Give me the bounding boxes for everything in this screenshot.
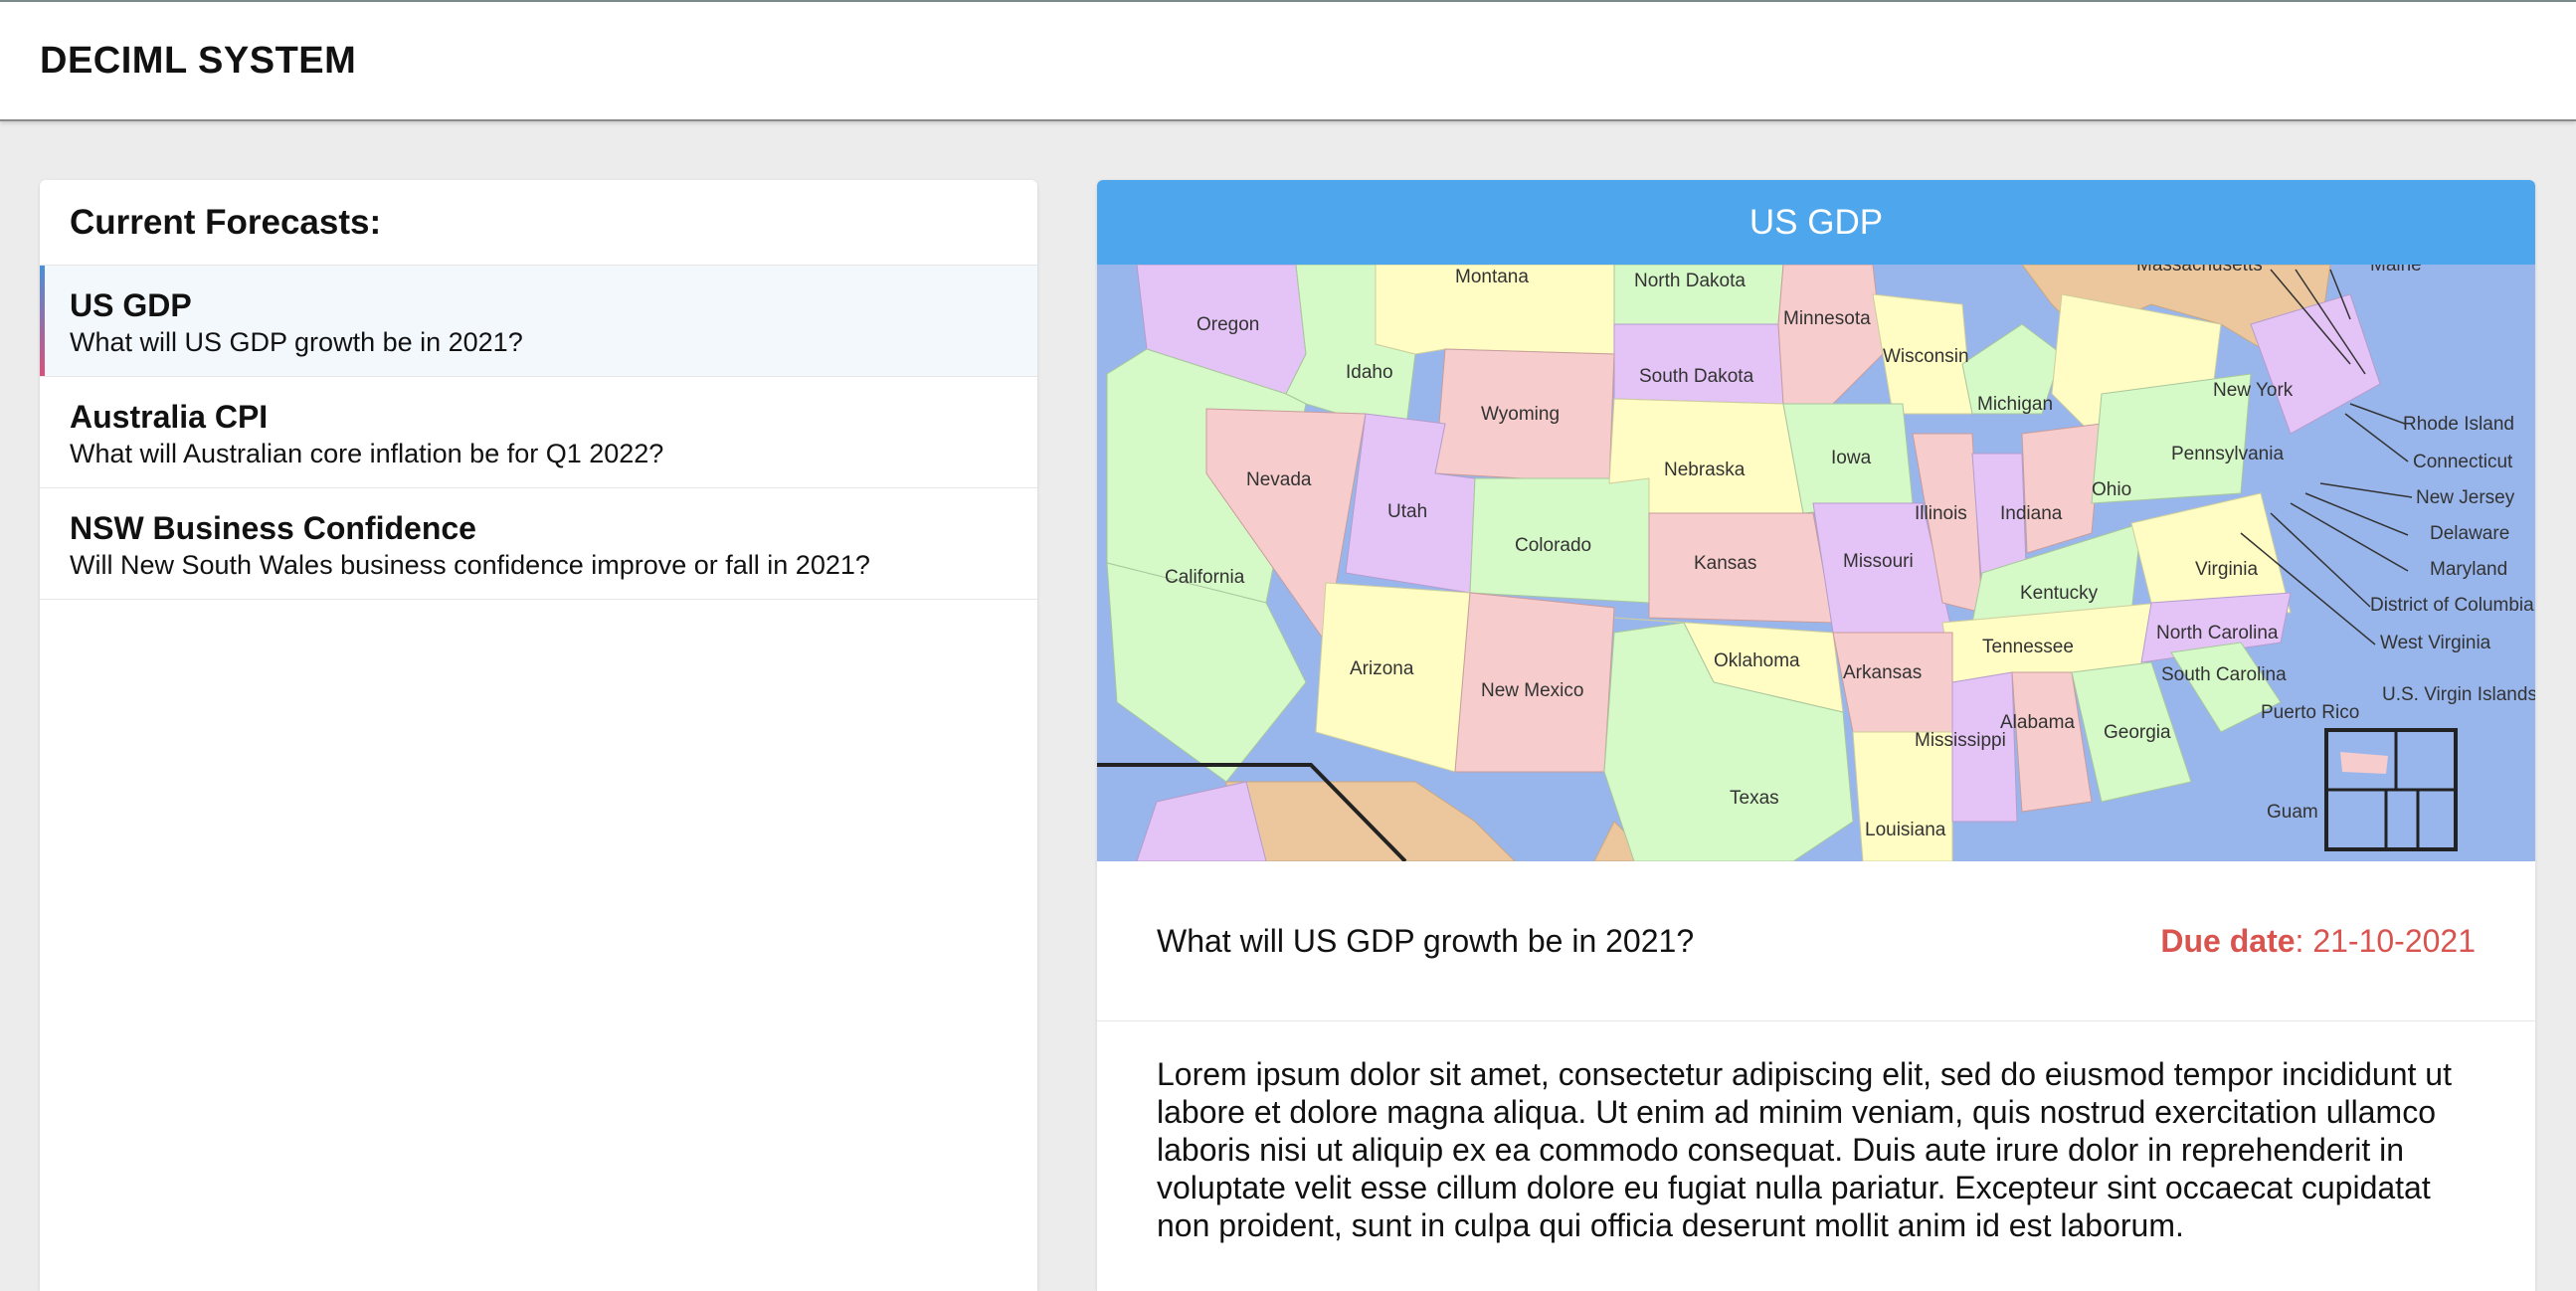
map-label: Puerto Rico <box>2261 702 2359 723</box>
map-label: Idaho <box>1346 362 1393 383</box>
map-label: Minnesota <box>1783 308 1871 329</box>
map-label: Tennessee <box>1982 637 2074 657</box>
us-map-image: Oregon Montana North Dakota Minnesota Ma… <box>1097 265 2535 861</box>
map-label: Texas <box>1730 788 1779 809</box>
forecast-item-title: NSW Business Confidence <box>70 510 476 546</box>
detail-question: What will US GDP growth be in 2021? <box>1157 923 1695 959</box>
map-label: New York <box>2213 380 2294 401</box>
map-label: District of Columbia <box>2370 595 2534 616</box>
map-label: Connecticut <box>2413 452 2513 472</box>
map-label: West Virginia <box>2380 633 2491 653</box>
app-title: DECIML SYSTEM <box>40 40 357 82</box>
map-label: Wisconsin <box>1883 346 1969 367</box>
map-label: Utah <box>1387 501 1427 522</box>
map-label: New Mexico <box>1481 680 1583 701</box>
top-bar: DECIML SYSTEM <box>0 0 2576 121</box>
map-label: South Carolina <box>2161 664 2287 685</box>
map-label: Montana <box>1455 267 1529 287</box>
due-date: Due date: 21-10-2021 <box>2160 923 2476 960</box>
map-label: Michigan <box>1977 394 2053 415</box>
detail-header: US GDP <box>1097 180 2535 265</box>
map-label: Oregon <box>1196 314 1259 335</box>
map-label: Maryland <box>2430 559 2507 580</box>
map-label: Pennsylvania <box>2171 444 2284 464</box>
map-label: Georgia <box>2104 722 2171 743</box>
map-label: Nevada <box>1246 469 1312 490</box>
map-label: Arkansas <box>1843 662 1922 683</box>
question-row: What will US GDP growth be in 2021? Due … <box>1097 861 2535 1021</box>
map-label: Indiana <box>2000 503 2063 524</box>
map-label: Guam <box>2267 802 2318 823</box>
map-label: New Jersey <box>2416 487 2515 508</box>
us-map-labels: Oregon Montana North Dakota Minnesota Ma… <box>1165 265 2535 840</box>
map-label: U.S. Virgin Islands <box>2382 684 2535 705</box>
forecast-item-question: What will Australian core inflation be f… <box>70 439 664 468</box>
map-label: Kansas <box>1694 553 1756 574</box>
map-label: Louisiana <box>1865 820 1946 840</box>
map-label: Oklahoma <box>1714 650 1800 671</box>
forecast-list-title: Current Forecasts: <box>40 180 1037 266</box>
forecast-item-question: Will New South Wales business confidence… <box>70 550 870 580</box>
map-label: Maine <box>2370 265 2422 276</box>
map-label: Kentucky <box>2020 583 2099 604</box>
due-date-value: : 21-10-2021 <box>2295 923 2476 959</box>
forecast-item-title: US GDP <box>70 287 192 323</box>
map-label: Wyoming <box>1481 404 1560 425</box>
forecast-item-australia-cpi[interactable]: Australia CPI What will Australian core … <box>40 377 1037 488</box>
map-label: Virginia <box>2195 559 2258 580</box>
map-label: Massachusetts <box>2136 265 2263 276</box>
map-label: Illinois <box>1915 503 1967 524</box>
map-label: Rhode Island <box>2403 414 2514 435</box>
map-label: Iowa <box>1831 448 1872 468</box>
map-label: Alabama <box>2000 712 2075 733</box>
map-label: North Carolina <box>2156 623 2279 644</box>
map-label: Colorado <box>1515 535 1591 556</box>
forecast-item-question: What will US GDP growth be in 2021? <box>70 327 523 357</box>
map-label: California <box>1165 567 1245 588</box>
map-label: Arizona <box>1350 658 1414 679</box>
forecast-item-title: Australia CPI <box>70 399 269 435</box>
detail-description: Lorem ipsum dolor sit amet, consectetur … <box>1157 1056 2452 1243</box>
due-date-label: Due date <box>2160 923 2296 959</box>
forecast-list-panel: Current Forecasts: US GDP What will US G… <box>40 180 1037 1291</box>
forecast-item-nsw-business-confidence[interactable]: NSW Business Confidence Will New South W… <box>40 488 1037 600</box>
map-label: Ohio <box>2092 479 2131 500</box>
map-label: North Dakota <box>1634 271 1746 291</box>
map-label: South Dakota <box>1639 366 1754 387</box>
map-label: Mississippi <box>1915 730 2006 751</box>
map-label: Nebraska <box>1664 460 1746 480</box>
forecast-item-us-gdp[interactable]: US GDP What will US GDP growth be in 202… <box>40 266 1037 377</box>
map-label: Delaware <box>2430 523 2509 544</box>
forecast-detail-panel: US GDP Oregon Montana North Dakota Minne… <box>1097 180 2535 1291</box>
map-label: Missouri <box>1843 551 1914 572</box>
